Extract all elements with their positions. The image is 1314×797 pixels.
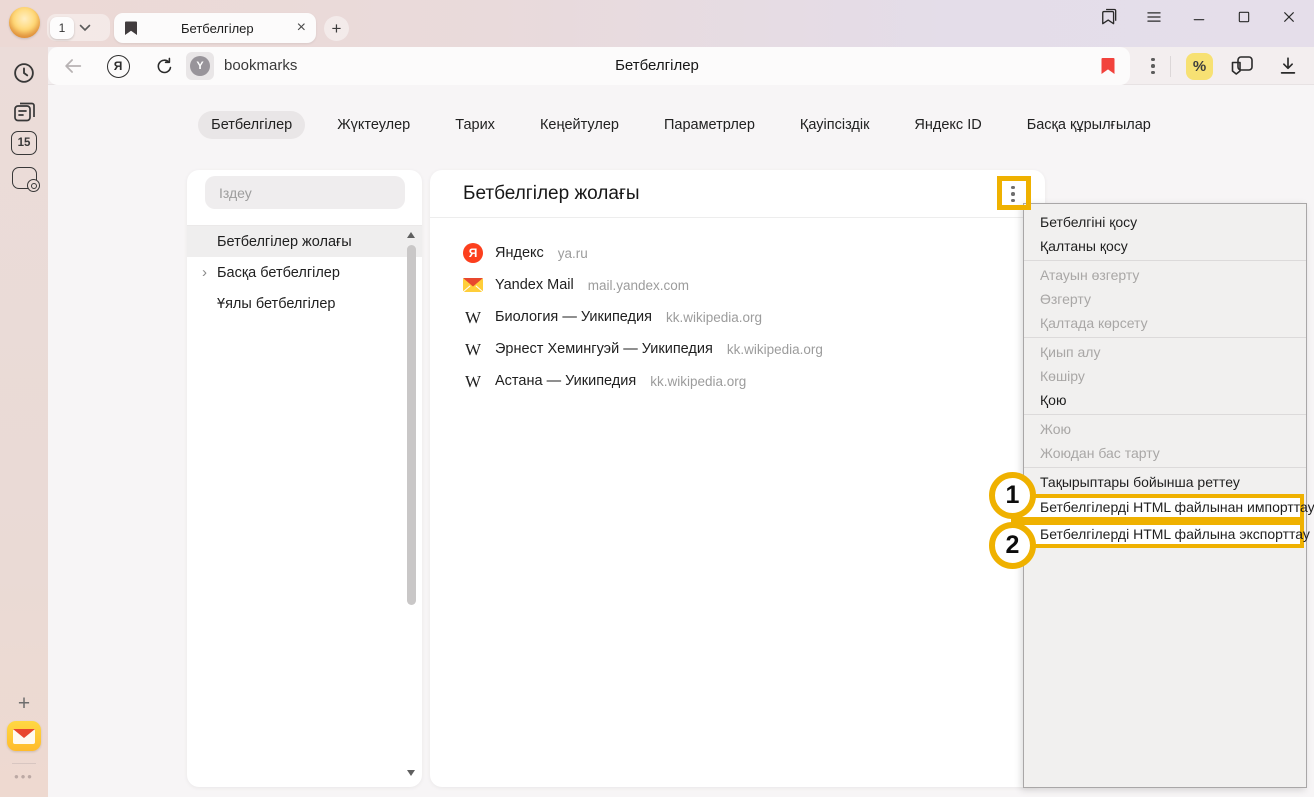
search-input[interactable] — [205, 176, 405, 209]
nav-tab-security[interactable]: Қауіпсіздік — [787, 111, 883, 139]
wikipedia-favicon: W — [465, 309, 481, 326]
new-tab-button[interactable]: + — [324, 16, 349, 41]
scrollbar-thumb[interactable] — [407, 245, 416, 605]
bookmark-flag-icon[interactable] — [1095, 52, 1121, 80]
menu-item-sort-by-title[interactable]: Тақырыптары бойынша реттеу — [1024, 470, 1306, 494]
nav-tab-settings[interactable]: Параметрлер — [651, 111, 768, 139]
scroll-down-icon[interactable] — [407, 770, 415, 776]
settings-nav: Бетбелгілер Жүктеулер Тарих Кеңейтулер П… — [48, 111, 1314, 139]
titlebar: 1 Бетбелгілер × + — [0, 0, 1314, 47]
tab-title: Бетбелгілер — [138, 21, 297, 36]
nav-tab-bookmarks[interactable]: Бетбелгілер — [198, 111, 305, 139]
toolbar-divider — [1170, 56, 1171, 77]
menu-separator — [1024, 414, 1306, 415]
screenshot-camera-icon[interactable] — [0, 167, 48, 189]
menu-separator — [1024, 467, 1306, 468]
close-window-button[interactable] — [1278, 6, 1300, 28]
panel-header: Бетбелгілер жолағы — [430, 170, 1045, 218]
yandex-favicon: Я — [463, 243, 483, 263]
chevron-down-icon — [79, 24, 91, 32]
tab-close-icon[interactable]: × — [297, 20, 306, 36]
bookmark-row[interactable]: W Эрнест Хемингуэй — Уикипедия kk.wikipe… — [463, 333, 1012, 365]
annotation-kebab-highlight — [997, 176, 1031, 210]
folder-mobile-bookmarks[interactable]: Ұялы бетбелгілер — [187, 288, 422, 319]
toolbar-kebab-icon[interactable] — [1140, 52, 1166, 80]
page-title: Бетбелгілер жолағы — [463, 183, 640, 205]
menu-item-edit: Өзгерту — [1024, 287, 1306, 311]
maximize-button[interactable] — [1233, 6, 1255, 28]
bookmark-row[interactable]: W Биология — Уикипедия kk.wikipedia.org — [463, 301, 1012, 333]
menu-item-export-html[interactable]: Бетбелгілерді HTML файлына экспорттау — [1011, 521, 1304, 548]
nav-tab-history[interactable]: Тарих — [442, 111, 508, 139]
bookmarks-panel-icon[interactable] — [1098, 6, 1120, 28]
menu-item-delete: Жою — [1024, 417, 1306, 441]
rail-divider — [12, 763, 36, 764]
history-clock-icon[interactable] — [0, 60, 48, 86]
folder-bookmarks-bar[interactable]: Бетбелгілер жолағы — [187, 226, 422, 257]
bookmark-row[interactable]: Я Яндекс ya.ru — [463, 237, 1012, 269]
annotation-badge-2: 2 — [989, 522, 1036, 569]
tab-counter: 1 — [50, 17, 74, 39]
download-icon[interactable] — [1275, 52, 1301, 80]
menu-item-rename: Атауын өзгерту — [1024, 263, 1306, 287]
nav-tab-extensions[interactable]: Кеңейтулер — [527, 111, 632, 139]
nav-tab-downloads[interactable]: Жүктеулер — [324, 111, 423, 139]
menu-separator — [1024, 337, 1306, 338]
nav-tab-other-devices[interactable]: Басқа құрылғылар — [1014, 111, 1164, 139]
menu-separator — [1024, 260, 1306, 261]
sidebar-scrollbar[interactable] — [405, 228, 418, 780]
bookmark-row[interactable]: Yandex Mail mail.yandex.com — [463, 269, 1012, 301]
yandex-mail-icon[interactable] — [0, 721, 48, 751]
left-rail: 15 + ••• — [0, 47, 48, 797]
wikipedia-favicon: W — [465, 341, 481, 358]
scroll-up-icon[interactable] — [407, 232, 415, 238]
bookmark-row[interactable]: W Астана — Уикипедия kk.wikipedia.org — [463, 365, 1012, 397]
bookmark-list: Я Яндекс ya.ru Yandex Mail mail.yandex.c… — [430, 218, 1045, 397]
menu-item-copy: Көшіру — [1024, 364, 1306, 388]
menu-item-paste[interactable]: Қою — [1024, 388, 1306, 412]
mail-favicon — [463, 275, 483, 295]
menu-item-undo-delete: Жоюдан бас тарту — [1024, 441, 1306, 465]
bookmarks-panel: Бетбелгілер жолағы Я Яндекс ya.ru Yandex… — [430, 170, 1045, 787]
menu-item-cut: Қиып алу — [1024, 340, 1306, 364]
tab-group-button[interactable]: 1 — [47, 14, 110, 41]
menu-item-import-html[interactable]: Бетбелгілерді HTML файлынан импорттау — [1011, 494, 1304, 521]
annotation-badge-1: 1 — [989, 472, 1036, 519]
collections-icon[interactable] — [1229, 52, 1255, 80]
wikipedia-favicon: W — [465, 373, 481, 390]
menu-item-add-folder[interactable]: Қалтаны қосу — [1024, 234, 1306, 258]
menu-hamburger-icon[interactable] — [1143, 6, 1165, 28]
menu-item-show-in-folder: Қалтада көрсету — [1024, 311, 1306, 335]
feed-notes-icon[interactable] — [0, 99, 48, 125]
browser-tab[interactable]: Бетбелгілер × — [114, 13, 316, 43]
percent-badge-icon[interactable]: % — [1186, 53, 1213, 80]
chevron-right-icon[interactable]: › — [202, 263, 207, 280]
rail-more-icon[interactable]: ••• — [0, 769, 48, 784]
nav-tab-yandex-id[interactable]: Яндекс ID — [901, 111, 994, 139]
calendar-day: 15 — [11, 131, 37, 155]
folder-other-bookmarks[interactable]: › Басқа бетбелгілер — [187, 257, 422, 288]
menu-item-add-bookmark[interactable]: Бетбелгіні қосу — [1024, 210, 1306, 234]
profile-avatar[interactable] — [9, 7, 40, 38]
rail-add-button[interactable]: + — [0, 692, 48, 716]
browser-window: 1 Бетбелгілер × + — [0, 0, 1314, 797]
bookmark-icon — [124, 20, 138, 36]
folders-sidebar: Бетбелгілер жолағы › Басқа бетбелгілер Ұ… — [187, 170, 422, 787]
calendar-icon[interactable]: 15 — [0, 131, 48, 155]
minimize-button[interactable] — [1188, 6, 1210, 28]
context-menu: Бетбелгіні қосу Қалтаны қосу Атауын өзге… — [1023, 203, 1307, 788]
folder-list: Бетбелгілер жолағы › Басқа бетбелгілер Ұ… — [187, 226, 422, 319]
